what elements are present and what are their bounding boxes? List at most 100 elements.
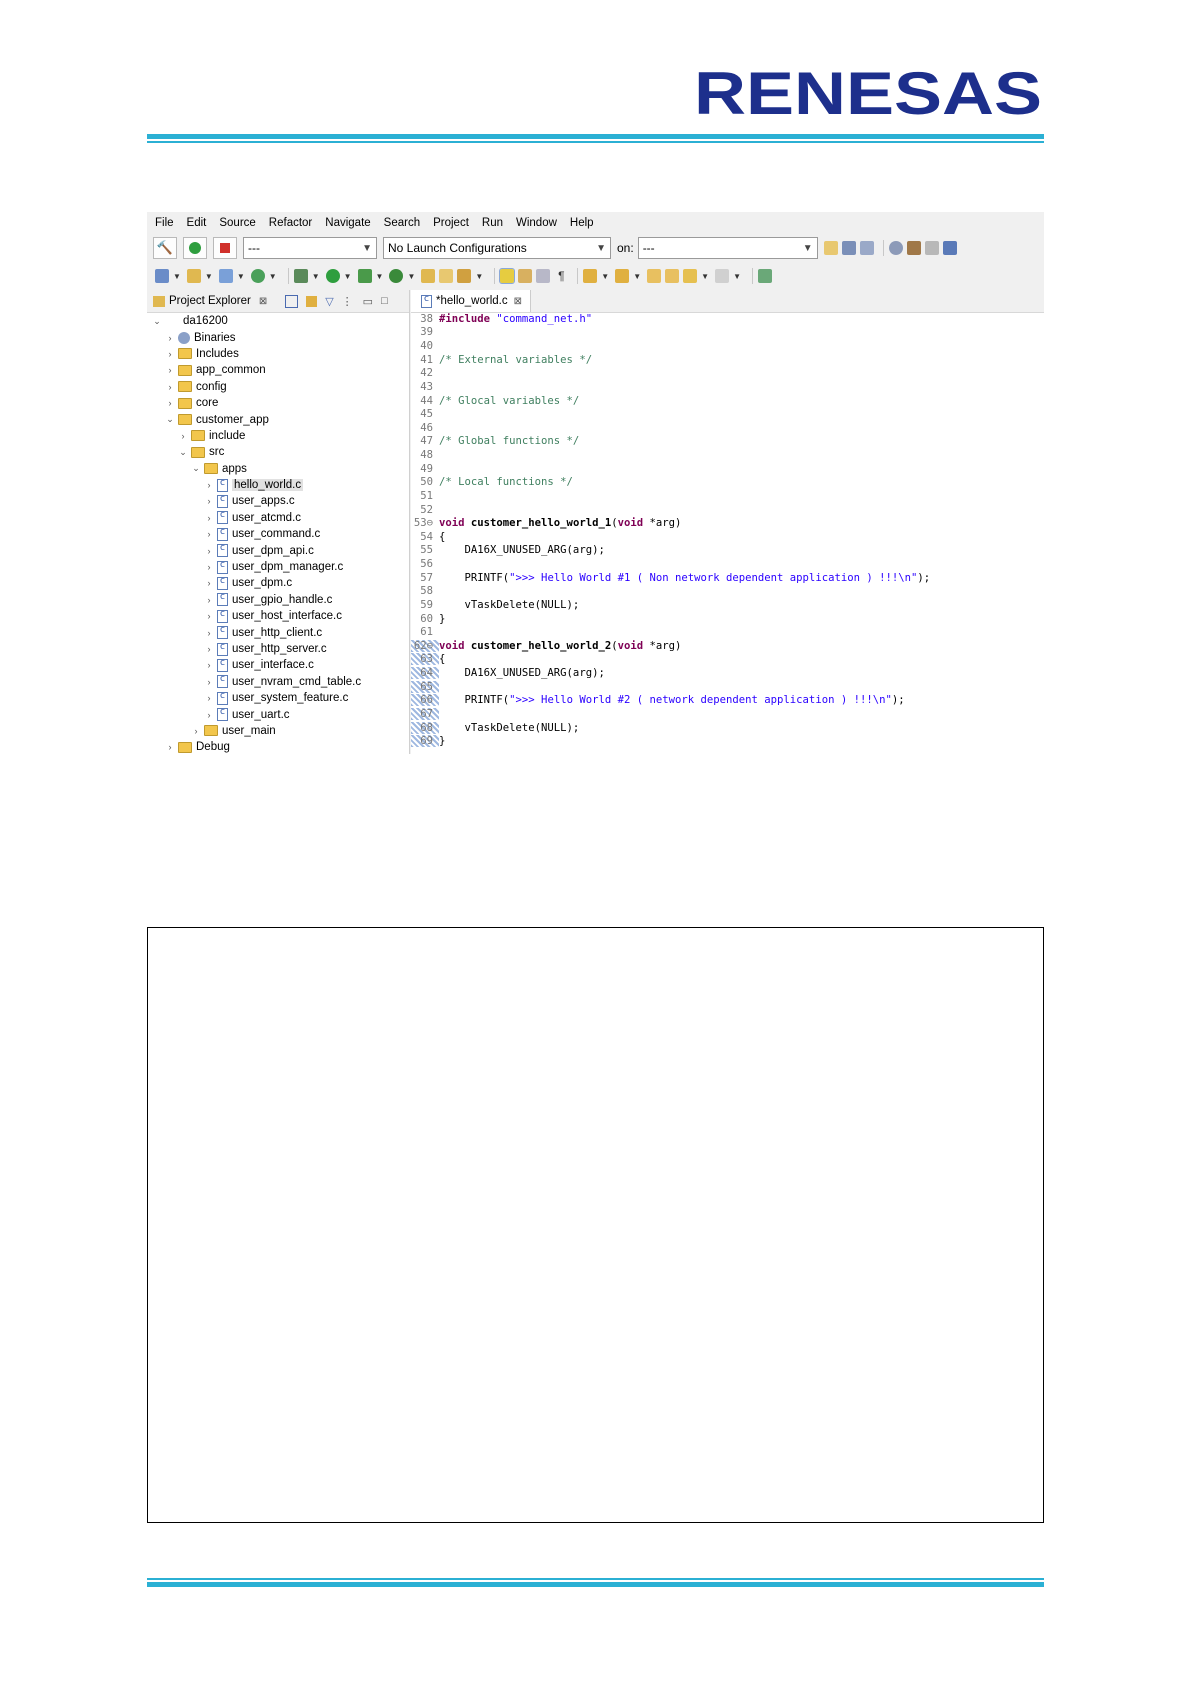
back-arrow-icon[interactable] <box>683 269 698 283</box>
chevron-right-icon[interactable]: › <box>203 562 215 572</box>
open-folder-icon[interactable] <box>421 269 436 283</box>
block-select-icon[interactable] <box>536 269 551 283</box>
last-edit-icon[interactable] <box>647 269 662 283</box>
chevron-right-icon[interactable]: › <box>203 496 215 506</box>
tree-item[interactable]: › core <box>147 395 409 411</box>
chevron-right-icon[interactable]: › <box>203 693 215 703</box>
tree-item[interactable]: › user_dpm.c <box>147 575 409 591</box>
launch-button[interactable] <box>183 237 207 259</box>
new-class-icon[interactable] <box>250 269 265 283</box>
tree-item[interactable]: › user_host_interface.c <box>147 608 409 624</box>
save-icon[interactable] <box>841 241 856 255</box>
chevron-right-icon[interactable]: › <box>203 546 215 556</box>
next-annotation-icon[interactable] <box>583 269 598 283</box>
menu-refactor[interactable]: Refactor <box>269 217 312 229</box>
tree-item[interactable]: ⌄ apps <box>147 461 409 477</box>
chevron-down-icon[interactable]: ⌄ <box>151 316 163 327</box>
menu-window[interactable]: Window <box>516 217 557 229</box>
chevron-right-icon[interactable]: › <box>164 398 176 408</box>
run-icon[interactable] <box>325 269 340 283</box>
chevron-right-icon[interactable]: › <box>203 677 215 687</box>
tree-item[interactable]: › user_gpio_handle.c <box>147 592 409 608</box>
close-icon[interactable]: ⊠ <box>514 296 522 307</box>
pen-icon[interactable] <box>457 269 472 283</box>
chevron-down-icon[interactable]: ⌄ <box>190 463 202 474</box>
editor-tab-hello-world[interactable]: *hello_world.c ⊠ <box>411 290 531 312</box>
menu-search[interactable]: Search <box>384 217 420 229</box>
chevron-right-icon[interactable]: › <box>203 660 215 670</box>
chevron-right-icon[interactable]: › <box>164 382 176 392</box>
chevron-right-icon[interactable]: › <box>164 349 176 359</box>
menu-run[interactable]: Run <box>482 217 503 229</box>
link-editor-icon[interactable] <box>306 295 318 307</box>
tree-item[interactable]: › user_dpm_api.c <box>147 542 409 558</box>
chevron-down-icon[interactable]: ⌄ <box>177 447 189 458</box>
tree-item[interactable]: › user_command.c <box>147 526 409 542</box>
maximize-icon[interactable]: □ <box>381 295 388 307</box>
view-menu-icon[interactable]: ⋮ <box>342 295 353 308</box>
collapse-all-icon[interactable] <box>285 294 299 308</box>
tree-item[interactable]: › user_http_server.c <box>147 641 409 657</box>
menu-source[interactable]: Source <box>219 217 255 229</box>
tree-item[interactable]: › user_atcmd.c <box>147 510 409 526</box>
close-icon[interactable]: ⊠ <box>259 296 267 307</box>
launch-target-select[interactable]: --- ▼ <box>637 237 818 259</box>
new-icon[interactable] <box>823 241 838 255</box>
build-button[interactable]: 🔨 <box>153 237 177 259</box>
external-tools-icon[interactable] <box>357 269 372 283</box>
new-project-icon[interactable] <box>186 269 201 283</box>
prev-annotation-icon[interactable] <box>615 269 630 283</box>
tree-item[interactable]: › user_uart.c <box>147 706 409 722</box>
perspective-icon[interactable] <box>942 241 957 255</box>
debug-icon[interactable] <box>293 269 308 283</box>
menu-help[interactable]: Help <box>570 217 594 229</box>
menu-file[interactable]: File <box>155 217 174 229</box>
tree-item[interactable]: › Binaries <box>147 329 409 345</box>
new-file-icon[interactable] <box>218 269 233 283</box>
chevron-right-icon[interactable]: › <box>203 628 215 638</box>
chevron-down-icon[interactable]: ⌄ <box>164 414 176 425</box>
chevron-right-icon[interactable]: › <box>203 644 215 654</box>
chevron-right-icon[interactable]: › <box>203 578 215 588</box>
chevron-right-icon[interactable]: › <box>164 333 176 343</box>
tree-item[interactable]: › user_interface.c <box>147 657 409 673</box>
menu-project[interactable]: Project <box>433 217 469 229</box>
save-all-icon[interactable] <box>859 241 874 255</box>
tree-item[interactable]: › app_common <box>147 362 409 378</box>
tree-item[interactable]: › Debug <box>147 739 409 754</box>
chevron-right-icon[interactable]: › <box>177 431 189 441</box>
tree-item[interactable]: › user_apps.c <box>147 493 409 509</box>
chevron-right-icon[interactable]: › <box>164 365 176 375</box>
filter-icon[interactable]: ▽ <box>325 295 333 308</box>
tree-item[interactable]: ⌄ customer_app <box>147 411 409 427</box>
minimize-icon[interactable]: ▭ <box>363 295 373 308</box>
tree-item[interactable]: › include <box>147 428 409 444</box>
toggle-mark-icon[interactable] <box>518 269 533 283</box>
forward-arrow-icon[interactable] <box>715 269 730 283</box>
tree-item[interactable]: › user_system_feature.c <box>147 690 409 706</box>
settings-icon[interactable] <box>888 241 903 255</box>
forward-edit-icon[interactable] <box>665 269 680 283</box>
stop-button[interactable] <box>213 237 237 259</box>
coverage-icon[interactable] <box>389 269 404 283</box>
home-icon[interactable] <box>155 269 169 283</box>
chevron-right-icon[interactable]: › <box>203 513 215 523</box>
launch-mode-select[interactable]: --- ▼ <box>243 237 377 259</box>
tree-item[interactable]: › user_http_client.c <box>147 624 409 640</box>
chevron-right-icon[interactable]: › <box>203 480 215 490</box>
open-perspective-icon[interactable] <box>757 269 772 283</box>
tools-icon[interactable] <box>906 241 921 255</box>
memory-icon[interactable] <box>924 241 939 255</box>
tree-item[interactable]: › user_nvram_cmd_table.c <box>147 674 409 690</box>
menu-edit[interactable]: Edit <box>187 217 207 229</box>
menu-navigate[interactable]: Navigate <box>325 217 370 229</box>
tree-item[interactable]: ⌄ src <box>147 444 409 460</box>
chevron-right-icon[interactable]: › <box>203 595 215 605</box>
chevron-right-icon[interactable]: › <box>203 529 215 539</box>
highlight-icon[interactable] <box>499 268 516 284</box>
pilcrow-icon[interactable]: ¶ <box>554 269 568 283</box>
tree-item[interactable]: › Includes <box>147 346 409 362</box>
code-area[interactable]: 38 #include "command_net.h" 39 40 41 /* Exter… <box>411 312 1044 748</box>
chevron-right-icon[interactable]: › <box>190 726 202 736</box>
tree-item[interactable]: › hello_world.c <box>147 477 409 493</box>
